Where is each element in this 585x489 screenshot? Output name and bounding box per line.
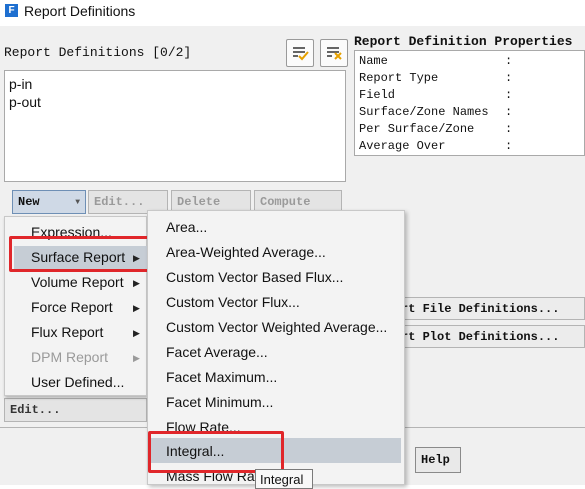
properties-title: Report Definition Properties: [354, 34, 573, 49]
submenu-item-area-weighted-average[interactable]: Area-Weighted Average...: [166, 244, 326, 260]
prop-value: :: [505, 71, 513, 85]
submenu-item-custom-vector-weighted-average[interactable]: Custom Vector Weighted Average...: [166, 319, 387, 335]
prop-value: :: [505, 139, 513, 153]
dropdown-arrow-icon: ▼: [75, 198, 80, 207]
menu-item-volume-report[interactable]: Volume Report: [31, 274, 124, 290]
prop-name: Name: [359, 54, 388, 68]
help-button[interactable]: Help: [415, 447, 461, 473]
prop-name: Average Over: [359, 139, 446, 153]
new-button[interactable]: New ▼: [12, 190, 86, 214]
window-title: Report Definitions: [24, 3, 136, 19]
report-definitions-label: Report Definitions [0/2]: [4, 45, 192, 60]
app-icon: F: [5, 4, 18, 17]
select-all-button[interactable]: [286, 39, 314, 67]
submenu-item-custom-vector-flux[interactable]: Custom Vector Flux...: [166, 294, 300, 310]
new-button-label: New: [18, 195, 40, 209]
prop-name: Field: [359, 88, 396, 102]
list-item[interactable]: p-in: [9, 76, 32, 92]
prop-value: :: [505, 88, 513, 102]
prop-value: :: [505, 105, 513, 119]
submenu-arrow-icon: ▶: [133, 353, 140, 363]
menu-item-user-defined[interactable]: User Defined...: [31, 374, 124, 390]
file-definitions-button[interactable]: rt File Definitions...: [398, 297, 585, 320]
plot-definitions-button[interactable]: rt Plot Definitions...: [398, 325, 585, 348]
submenu-item-facet-average[interactable]: Facet Average...: [166, 344, 268, 360]
prop-name: Surface/Zone Names: [359, 105, 489, 119]
submenu-item-facet-minimum[interactable]: Facet Minimum...: [166, 394, 273, 410]
tooltip: Integral: [255, 469, 313, 489]
report-definitions-list[interactable]: p-in p-out: [4, 70, 346, 182]
select-all-icon: [293, 47, 309, 61]
edit-bottom-button[interactable]: Edit...: [4, 398, 147, 422]
properties-table: Name : Report Type : Field : Surface/Zon…: [354, 50, 585, 156]
annotation-highlight-surface-report: [9, 236, 150, 272]
menu-item-force-report[interactable]: Force Report: [31, 299, 113, 315]
prop-name: Per Surface/Zone: [359, 122, 475, 136]
submenu-arrow-icon: ▶: [133, 278, 140, 288]
menu-item-dpm-report[interactable]: DPM Report: [31, 349, 108, 365]
submenu-item-area[interactable]: Area...: [166, 219, 207, 235]
prop-value: :: [505, 54, 513, 68]
list-item[interactable]: p-out: [9, 94, 41, 110]
menu-item-flux-report[interactable]: Flux Report: [31, 324, 103, 340]
deselect-all-icon: [327, 47, 342, 60]
submenu-arrow-icon: ▶: [133, 303, 140, 313]
submenu-item-facet-maximum[interactable]: Facet Maximum...: [166, 369, 277, 385]
submenu-item-custom-vector-based-flux[interactable]: Custom Vector Based Flux...: [166, 269, 343, 285]
submenu-arrow-icon: ▶: [133, 328, 140, 338]
annotation-highlight-integral: [148, 431, 284, 473]
prop-name: Report Type: [359, 71, 439, 85]
prop-value: :: [505, 122, 513, 136]
deselect-all-button[interactable]: [320, 39, 348, 67]
